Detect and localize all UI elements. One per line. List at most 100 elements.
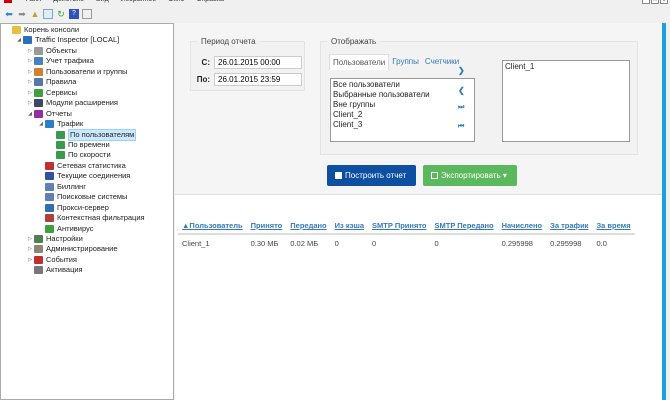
expand-arrow-icon[interactable]: ▷: [26, 244, 34, 254]
node-icon: [34, 78, 43, 87]
tree-node[interactable]: ▷ Учет трафика: [26, 56, 94, 66]
tree-node[interactable]: ▷ Сервисы: [26, 88, 77, 98]
expand-arrow-icon[interactable]: ▷: [26, 56, 34, 66]
report-pane: Период отчета С: По: Отображать Пользова…: [175, 23, 666, 400]
list-option[interactable]: Client_1: [505, 62, 627, 72]
tab-counters[interactable]: Счетчики: [422, 54, 462, 70]
column-header[interactable]: SMTP Передано: [430, 218, 498, 235]
tree-node[interactable]: Контекстная фильтрация: [37, 213, 145, 223]
node-label: Правила: [46, 77, 77, 87]
expand-arrow-icon[interactable]: ◢: [15, 35, 23, 45]
help-icon[interactable]: ?: [69, 9, 79, 19]
node-icon: [34, 255, 43, 264]
period-legend: Период отчета: [201, 37, 256, 46]
tree-node[interactable]: ◢ Traffic Inspector [LOCAL]: [15, 35, 119, 45]
node-icon: [34, 266, 43, 275]
tree-node[interactable]: ▷ События: [26, 255, 77, 265]
expand-arrow-icon[interactable]: ▷: [26, 46, 34, 56]
list-option[interactable]: Все пользователи: [333, 80, 472, 90]
tree-node[interactable]: ▷ Администрирование: [26, 244, 118, 254]
expand-arrow-icon[interactable]: ▷: [26, 88, 34, 98]
table-cell: 0: [368, 233, 431, 252]
tree-node[interactable]: ▷ Модули расширения: [26, 98, 118, 108]
tab-groups[interactable]: Группы: [389, 54, 422, 70]
tree-node[interactable]: ◢ Отчеты: [26, 109, 72, 119]
node-icon: [56, 130, 65, 139]
column-header[interactable]: Принято: [246, 218, 287, 235]
tree-node[interactable]: Корень консоли: [4, 25, 79, 35]
tree-node[interactable]: По времени: [48, 140, 110, 150]
move-left-icon[interactable]: ❮: [458, 86, 465, 95]
node-label: События: [46, 254, 77, 264]
tree-node[interactable]: Поисковые системы: [37, 192, 127, 202]
move-right-icon[interactable]: ❯: [458, 66, 465, 75]
expand-arrow-icon[interactable]: ▷: [26, 98, 34, 108]
tab-users[interactable]: Пользователи: [329, 54, 390, 70]
up-folder-icon[interactable]: ▲: [30, 9, 40, 19]
selected-list[interactable]: Client_1: [502, 60, 630, 142]
tree-node[interactable]: ▷ Объекты: [26, 46, 77, 56]
column-header[interactable]: Передано: [286, 218, 331, 235]
list-option[interactable]: Client_2: [333, 110, 472, 120]
node-label: Пользователи и группы: [46, 66, 128, 76]
table-cell: 0.0: [592, 233, 635, 252]
list-option[interactable]: Вне группы: [333, 100, 472, 110]
show-hide-tree-icon[interactable]: [43, 9, 53, 19]
expand-arrow-icon[interactable]: ▷: [26, 234, 34, 244]
tree-node[interactable]: Активация: [26, 265, 83, 275]
tree-node[interactable]: Прокси-сервер: [37, 203, 109, 213]
to-date-input[interactable]: [214, 73, 302, 86]
tree-node[interactable]: Антивирус: [37, 224, 93, 234]
expand-arrow-icon[interactable]: ◢: [26, 109, 34, 119]
node-label: Отчеты: [46, 108, 72, 118]
column-header[interactable]: ▲Пользователь: [178, 218, 247, 235]
back-icon[interactable]: ⬅: [4, 9, 14, 19]
node-label: Контекстная фильтрация: [57, 213, 145, 223]
column-header[interactable]: За время: [592, 218, 635, 235]
column-header[interactable]: Из кэша: [330, 218, 369, 235]
node-icon: [45, 193, 54, 202]
properties-icon[interactable]: [82, 9, 92, 19]
table-cell: 0.295998: [546, 233, 593, 252]
node-label: По скорости: [68, 150, 111, 160]
forward-icon[interactable]: ➡: [17, 9, 27, 19]
expand-arrow-icon[interactable]: ▷: [26, 255, 34, 265]
minimize-button[interactable]: -: [642, 0, 650, 4]
move-all-right-icon[interactable]: ⏭: [458, 104, 464, 112]
from-label: С:: [201, 58, 210, 67]
tree-node[interactable]: ▷ Правила: [26, 77, 76, 87]
node-label: Поисковые системы: [57, 192, 128, 202]
list-option[interactable]: Выбранные пользователи: [333, 90, 472, 100]
node-icon: [34, 57, 43, 66]
move-all-left-icon[interactable]: ⏮: [458, 123, 464, 131]
build-report-button[interactable]: Построить отчет: [327, 165, 416, 186]
tree-node[interactable]: ▷ Пользователи и группы: [26, 67, 127, 77]
node-label: Сетевая статистика: [57, 160, 126, 170]
tree-node[interactable]: Биллинг: [37, 182, 86, 192]
node-label: Настройки: [46, 234, 83, 243]
node-icon: [34, 235, 43, 243]
node-label: Текущие соединения: [57, 171, 131, 181]
column-header[interactable]: За трафик: [546, 218, 593, 235]
column-header[interactable]: SMTP Принято: [368, 218, 431, 235]
column-header[interactable]: Начислено: [497, 218, 547, 235]
available-list[interactable]: Все пользователи Выбранные пользователи Вн…: [330, 78, 475, 142]
close-button[interactable]: x: [660, 0, 668, 4]
tree-node[interactable]: Текущие соединения: [37, 171, 130, 181]
expand-arrow-icon[interactable]: ▷: [26, 77, 34, 87]
from-date-input[interactable]: [214, 56, 302, 69]
build-label: Построить отчет: [345, 171, 407, 180]
export-button[interactable]: Экспортировать ▾: [423, 165, 517, 186]
expand-arrow-icon[interactable]: ▷: [26, 67, 34, 77]
tree-node[interactable]: По скорости: [48, 150, 111, 160]
table-icon: [335, 172, 342, 179]
maximize-button[interactable]: □: [651, 0, 659, 4]
tree-node[interactable]: ▷ Настройки: [26, 234, 83, 244]
expand-arrow-icon[interactable]: ◢: [37, 119, 45, 129]
node-icon: [56, 151, 65, 160]
list-option[interactable]: Client_3: [333, 120, 472, 130]
export-label: Экспортировать ▾: [441, 171, 507, 180]
refresh-icon[interactable]: ↻: [56, 9, 66, 19]
tree-node[interactable]: Сетевая статистика: [37, 161, 126, 171]
tree-node[interactable]: По пользователям: [48, 128, 137, 141]
